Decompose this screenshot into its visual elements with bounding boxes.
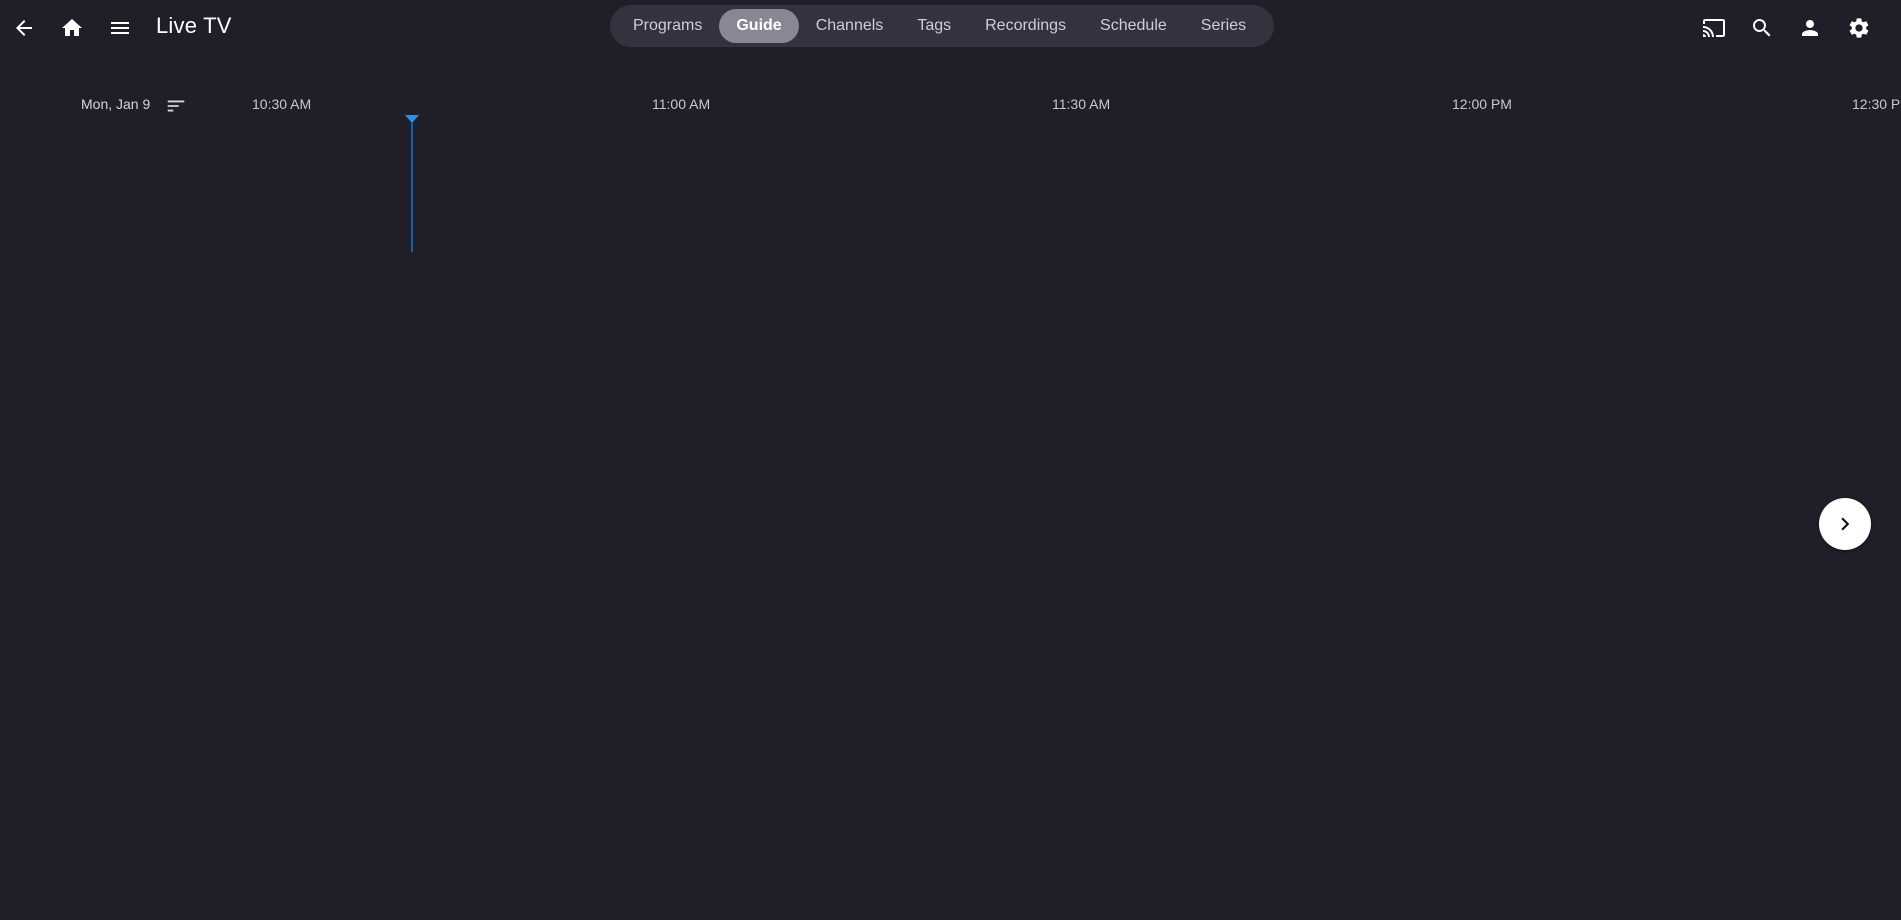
tab-tags[interactable]: Tags <box>900 9 968 43</box>
time-slot-label: 12:00 PM <box>1452 96 1512 112</box>
time-slot-label: 11:00 AM <box>652 96 711 112</box>
menu-icon <box>111 22 129 34</box>
home-button[interactable] <box>52 8 92 48</box>
cast-icon <box>1703 19 1725 37</box>
chevron-right-icon <box>1841 517 1850 531</box>
tab-series[interactable]: Series <box>1184 9 1263 43</box>
guide-timeline-header: Mon, Jan 9 10:30 AM 11:00 AM 11:30 AM 12… <box>0 86 1901 122</box>
back-button[interactable] <box>4 8 44 48</box>
tab-guide[interactable]: Guide <box>719 9 799 43</box>
guide-date: Mon, Jan 9 <box>81 96 151 112</box>
tab-recordings[interactable]: Recordings <box>968 9 1083 43</box>
sort-icon <box>167 100 185 112</box>
page-title: Live TV <box>156 13 232 38</box>
settings-button[interactable] <box>1839 8 1879 48</box>
menu-button[interactable] <box>100 8 140 48</box>
tab-schedule[interactable]: Schedule <box>1083 9 1184 43</box>
top-app-bar: Live TV Programs Guide Channels Tags Rec… <box>0 0 1901 56</box>
tab-channels[interactable]: Channels <box>799 9 901 43</box>
home-icon <box>62 19 82 36</box>
time-slot-label: 11:30 AM <box>1052 96 1111 112</box>
search-icon <box>1753 19 1771 37</box>
arrow-back-icon <box>16 20 32 36</box>
time-slot-label: 12:30 PM <box>1852 96 1901 112</box>
tab-programs[interactable]: Programs <box>616 9 719 43</box>
time-slot-label: 10:30 AM <box>252 96 312 112</box>
current-time-line <box>411 122 413 252</box>
cast-button[interactable] <box>1694 8 1734 48</box>
search-button[interactable] <box>1742 8 1782 48</box>
section-tabs: Programs Guide Channels Tags Recordings … <box>610 5 1274 47</box>
user-button[interactable] <box>1790 8 1830 48</box>
person-icon <box>1802 20 1818 36</box>
scroll-forward-button[interactable] <box>1819 498 1871 550</box>
settings-icon <box>1849 18 1869 38</box>
sort-button[interactable] <box>162 92 190 120</box>
